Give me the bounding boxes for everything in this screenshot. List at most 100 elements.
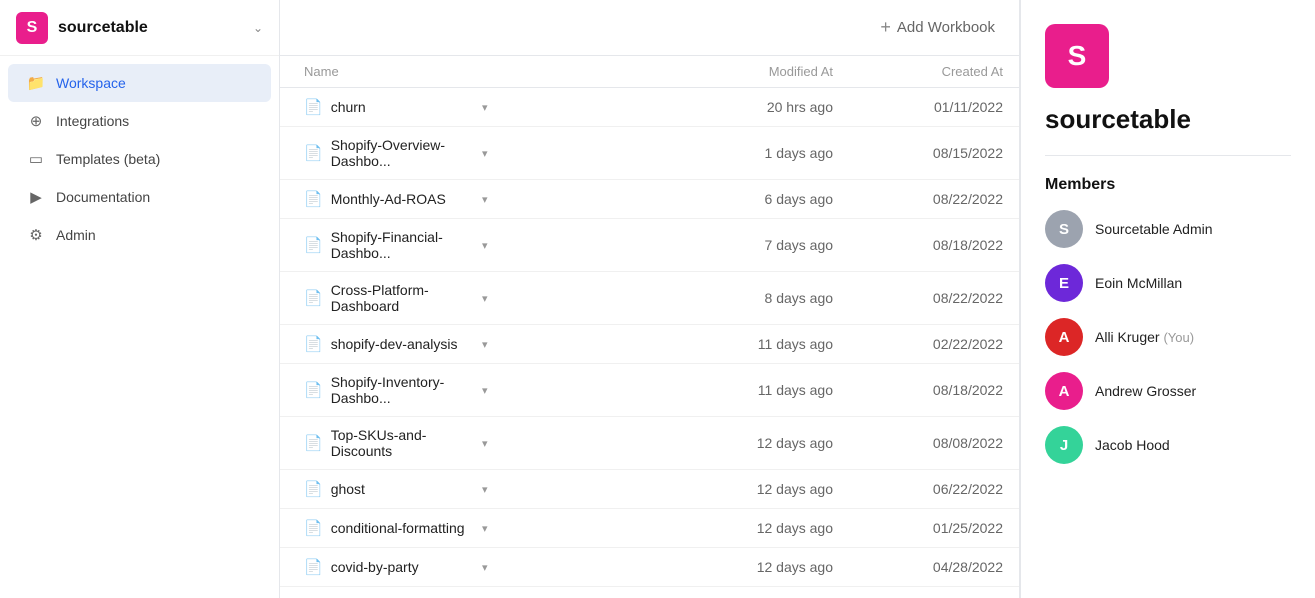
member-item: J Jacob Hood [1045, 426, 1291, 464]
workspace-name: sourcetable [1045, 104, 1291, 135]
avatar: A [1045, 372, 1083, 410]
member-you-label: (You) [1163, 330, 1194, 345]
row-created: 01/11/2022 [849, 88, 1019, 127]
row-dropdown-icon[interactable]: ▾ [482, 338, 488, 351]
workbook-table: NameModified AtCreated At 📄 churn ▾ 20 h… [280, 56, 1019, 587]
row-name: shopify-dev-analysis [331, 336, 474, 352]
row-name-cell: 📄 ghost ▾ [280, 470, 504, 508]
row-dropdown-icon[interactable]: ▾ [482, 561, 488, 574]
row-dropdown-icon[interactable]: ▾ [482, 522, 488, 535]
add-workbook-button[interactable]: + Add Workbook [880, 17, 995, 38]
row-name-cell: 📄 churn ▾ [280, 88, 504, 126]
templates-icon: ▭ [26, 150, 46, 168]
row-dropdown-icon[interactable]: ▾ [482, 239, 488, 252]
sidebar-item-workspace[interactable]: 📁 Workspace [8, 64, 271, 102]
row-created: 08/18/2022 [849, 364, 1019, 417]
right-panel: S sourcetable Members S Sourcetable Admi… [1020, 0, 1315, 598]
member-item: A Andrew Grosser [1045, 372, 1291, 410]
row-modified: 12 days ago [686, 548, 849, 587]
sidebar: S sourcetable ⌄ 📁 Workspace ⊕ Integratio… [0, 0, 280, 598]
file-icon: 📄 [304, 289, 323, 307]
sidebar-nav: 📁 Workspace ⊕ Integrations ▭ Templates (… [0, 56, 279, 598]
member-item: S Sourcetable Admin [1045, 210, 1291, 248]
row-name-cell: 📄 Shopify-Financial-Dashbo... ▾ [280, 219, 504, 271]
add-workbook-label: Add Workbook [897, 19, 995, 36]
sidebar-item-admin[interactable]: ⚙ Admin [8, 216, 271, 254]
row-modified: 7 days ago [686, 219, 849, 272]
table-row[interactable]: 📄 Shopify-Inventory-Dashbo... ▾ 11 days … [280, 364, 1019, 417]
row-name: conditional-formatting [331, 520, 474, 536]
sidebar-item-templates[interactable]: ▭ Templates (beta) [8, 140, 271, 178]
file-icon: 📄 [304, 381, 323, 399]
member-name: Jacob Hood [1095, 437, 1170, 453]
row-name: Shopify-Financial-Dashbo... [331, 229, 474, 261]
file-icon: 📄 [304, 190, 323, 208]
row-name-cell: 📄 Cross-Platform-Dashboard ▾ [280, 272, 504, 324]
workspace-icon: 📁 [26, 74, 46, 92]
avatar: J [1045, 426, 1083, 464]
row-modified: 20 hrs ago [686, 88, 849, 127]
row-name: Monthly-Ad-ROAS [331, 191, 474, 207]
divider [1045, 155, 1291, 156]
table-row[interactable]: 📄 Cross-Platform-Dashboard ▾ 8 days ago … [280, 272, 1019, 325]
row-dropdown-icon[interactable]: ▾ [482, 384, 488, 397]
file-icon: 📄 [304, 236, 323, 254]
row-modified: 12 days ago [686, 470, 849, 509]
row-name: Cross-Platform-Dashboard [331, 282, 474, 314]
row-dropdown-icon[interactable]: ▾ [482, 483, 488, 496]
row-modified: 1 days ago [686, 127, 849, 180]
chevron-down-icon[interactable]: ⌄ [253, 21, 263, 35]
sidebar-item-label: Documentation [56, 189, 150, 205]
integrations-icon: ⊕ [26, 112, 46, 130]
row-name-cell: 📄 Monthly-Ad-ROAS ▾ [280, 180, 504, 218]
table-row[interactable]: 📄 Top-SKUs-and-Discounts ▾ 12 days ago 0… [280, 417, 1019, 470]
col-header-created-at: Created At [849, 56, 1019, 88]
row-dropdown-icon[interactable]: ▾ [482, 193, 488, 206]
row-dropdown-icon[interactable]: ▾ [482, 101, 488, 114]
table-row[interactable]: 📄 conditional-formatting ▾ 12 days ago 0… [280, 509, 1019, 548]
row-created: 04/28/2022 [849, 548, 1019, 587]
member-item: A Alli Kruger (You) [1045, 318, 1291, 356]
row-created: 08/18/2022 [849, 219, 1019, 272]
table-row[interactable]: 📄 churn ▾ 20 hrs ago 01/11/2022 [280, 88, 1019, 127]
row-modified: 8 days ago [686, 272, 849, 325]
row-modified: 11 days ago [686, 325, 849, 364]
avatar: E [1045, 264, 1083, 302]
documentation-icon: ▶ [26, 188, 46, 206]
table-row[interactable]: 📄 Monthly-Ad-ROAS ▾ 6 days ago 08/22/202… [280, 180, 1019, 219]
table-row[interactable]: 📄 ghost ▾ 12 days ago 06/22/2022 [280, 470, 1019, 509]
table-row[interactable]: 📄 Shopify-Financial-Dashbo... ▾ 7 days a… [280, 219, 1019, 272]
table-row[interactable]: 📄 covid-by-party ▾ 12 days ago 04/28/202… [280, 548, 1019, 587]
avatar: A [1045, 318, 1083, 356]
row-name-cell: 📄 shopify-dev-analysis ▾ [280, 325, 504, 363]
member-item: E Eoin McMillan [1045, 264, 1291, 302]
row-dropdown-icon[interactable]: ▾ [482, 147, 488, 160]
table-row[interactable]: 📄 shopify-dev-analysis ▾ 11 days ago 02/… [280, 325, 1019, 364]
sidebar-item-integrations[interactable]: ⊕ Integrations [8, 102, 271, 140]
table-body: 📄 churn ▾ 20 hrs ago 01/11/2022 📄 Shopif… [280, 88, 1019, 587]
file-icon: 📄 [304, 558, 323, 576]
file-icon: 📄 [304, 519, 323, 537]
workspace-logo: S [1045, 24, 1109, 88]
main-content: + Add Workbook NameModified AtCreated At… [280, 0, 1020, 598]
row-name: covid-by-party [331, 559, 474, 575]
member-name: Eoin McMillan [1095, 275, 1182, 291]
row-created: 06/22/2022 [849, 470, 1019, 509]
file-icon: 📄 [304, 480, 323, 498]
row-name: ghost [331, 481, 474, 497]
table-header: NameModified AtCreated At [280, 56, 1019, 88]
row-dropdown-icon[interactable]: ▾ [482, 437, 488, 450]
col-header-modified-at: Modified At [686, 56, 849, 88]
table-row[interactable]: 📄 Shopify-Overview-Dashbo... ▾ 1 days ag… [280, 127, 1019, 180]
plus-icon: + [880, 17, 891, 38]
row-name: Shopify-Inventory-Dashbo... [331, 374, 474, 406]
row-modified: 12 days ago [686, 417, 849, 470]
row-modified: 12 days ago [686, 509, 849, 548]
row-name: churn [331, 99, 474, 115]
row-name-cell: 📄 Shopify-Inventory-Dashbo... ▾ [280, 364, 504, 416]
admin-icon: ⚙ [26, 226, 46, 244]
member-name: Alli Kruger (You) [1095, 329, 1194, 345]
row-dropdown-icon[interactable]: ▾ [482, 292, 488, 305]
row-modified: 6 days ago [686, 180, 849, 219]
sidebar-item-documentation[interactable]: ▶ Documentation [8, 178, 271, 216]
